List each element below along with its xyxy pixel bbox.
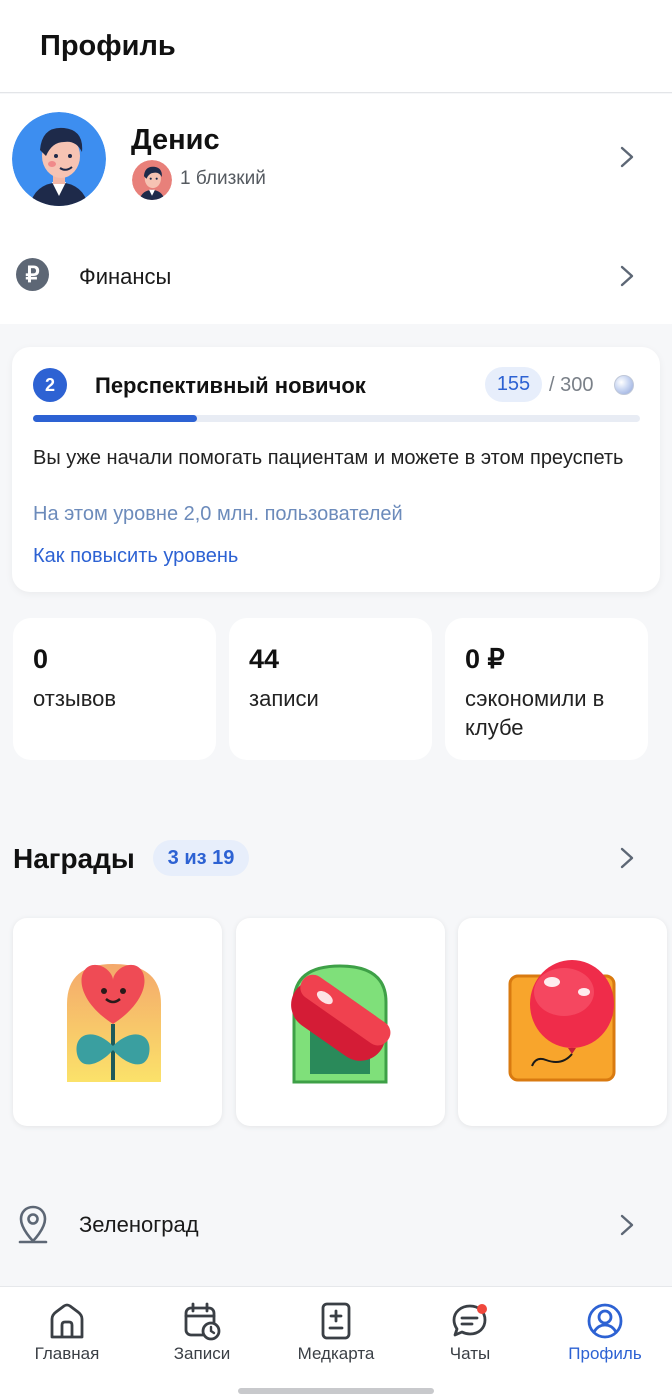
chat-icon [450,1301,490,1341]
chevron-right-icon [620,265,634,287]
tab-label: Профиль [568,1344,642,1363]
bottom-tab-bar: Главная Записи Медкарта Чаты Профиль [0,1286,672,1400]
stat-card-reviews[interactable]: 0 отзывов [13,618,216,760]
stat-card-appointments[interactable]: 44 записи [229,618,432,760]
tab-label: Главная [34,1344,100,1363]
location-pin-icon [16,1204,50,1249]
stat-value: 44 [249,644,280,674]
city-row[interactable]: Зеленоград [0,1190,672,1260]
level-title: Перспективный новичок [95,373,366,398]
finance-row[interactable]: ₽ Финансы [0,240,672,312]
tab-label: Записи [173,1344,231,1363]
calendar-clock-icon [182,1301,222,1341]
relatives-count: 1 близкий [180,168,266,189]
stat-label: записи [249,686,319,711]
level-card[interactable]: 2 Перспективный новичок 155 / 300 Вы уже… [12,347,660,592]
page-title: Профиль [40,30,176,62]
heart-flower-badge[interactable] [13,918,222,1126]
city-label: Зеленоград [79,1212,199,1237]
stat-card-savings[interactable]: 0 ₽ сэкономили в клубе [445,618,648,760]
tab-medcard[interactable]: Медкарта [269,1287,403,1377]
tab-appointments[interactable]: Записи [135,1287,269,1377]
level-progress-fill [33,415,197,422]
chevron-right-icon [620,146,634,168]
coin-icon [614,375,634,395]
points-badge: 155 [485,367,542,402]
awards-chevron-right-icon[interactable] [620,847,634,869]
stat-value: 0 [33,644,49,674]
profile-name: Денис [131,124,220,156]
awards-title: Награды [13,843,135,874]
stat-label: сэкономили в клубе [465,686,605,740]
stat-value: 0 ₽ [465,644,505,674]
balloon-badge[interactable] [458,918,667,1126]
tab-profile[interactable]: Профиль [538,1287,672,1377]
tab-label: Медкарта [297,1344,375,1363]
how-to-level-up-link[interactable]: Как повысить уровень [33,545,238,568]
stat-label: отзывов [33,686,117,711]
avatar[interactable] [12,112,106,206]
relative-avatar [132,160,172,200]
tab-home[interactable]: Главная [0,1287,134,1377]
medcard-icon [316,1301,356,1341]
chevron-right-icon [620,1214,634,1236]
points-total: / 300 [549,374,594,396]
pill-badge[interactable] [236,918,445,1126]
tab-chats[interactable]: Чаты [403,1287,537,1377]
level-progress-bar [33,415,640,422]
profile-icon [585,1301,625,1341]
awards-count-badge: 3 из 19 [153,840,249,876]
ruble-icon: ₽ [16,258,49,291]
home-indicator [238,1388,434,1394]
level-users-note: На этом уровне 2,0 млн. пользователей [33,503,403,525]
level-number-badge: 2 [33,368,67,402]
top-header: Профиль [0,0,672,93]
finance-label: Финансы [79,264,172,289]
tab-label: Чаты [449,1344,491,1363]
home-icon [47,1301,87,1341]
profile-row[interactable]: Денис 1 близкий [0,108,672,208]
level-description: Вы уже начали помогать пациентам и может… [33,447,624,469]
